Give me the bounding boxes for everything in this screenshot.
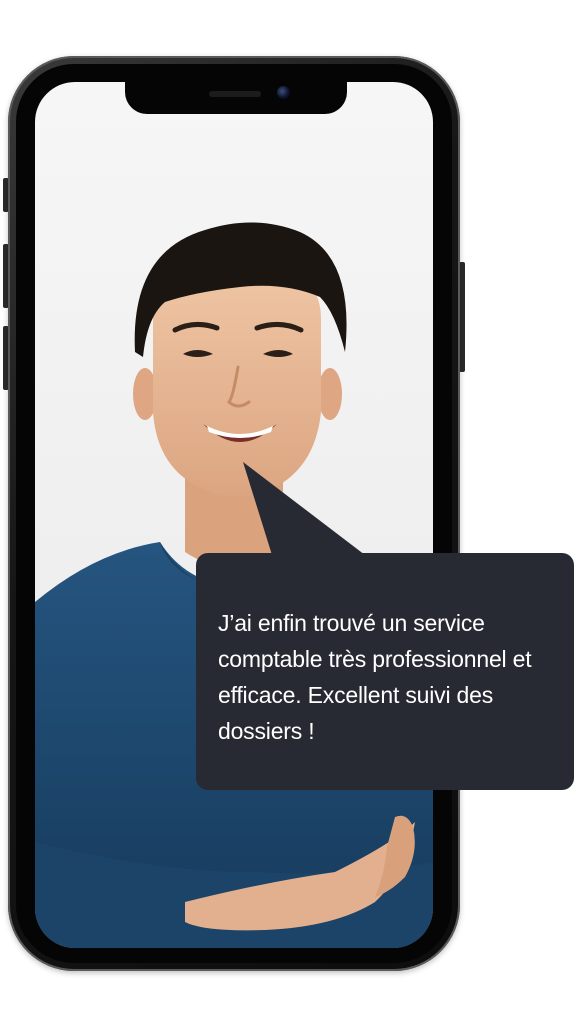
- testimonial-speech-bubble: J’ai enfin trouvé un service comptable t…: [196, 553, 574, 790]
- person-photo: [35, 222, 433, 948]
- testimonial-quote: J’ai enfin trouvé un service comptable t…: [218, 610, 532, 744]
- front-camera-icon: [277, 86, 290, 99]
- phone-screen: [35, 82, 433, 948]
- phone-speaker-grille: [209, 91, 261, 97]
- testimonial-stage: J’ai enfin trouvé un service comptable t…: [0, 0, 579, 1030]
- phone-notch: [125, 82, 347, 114]
